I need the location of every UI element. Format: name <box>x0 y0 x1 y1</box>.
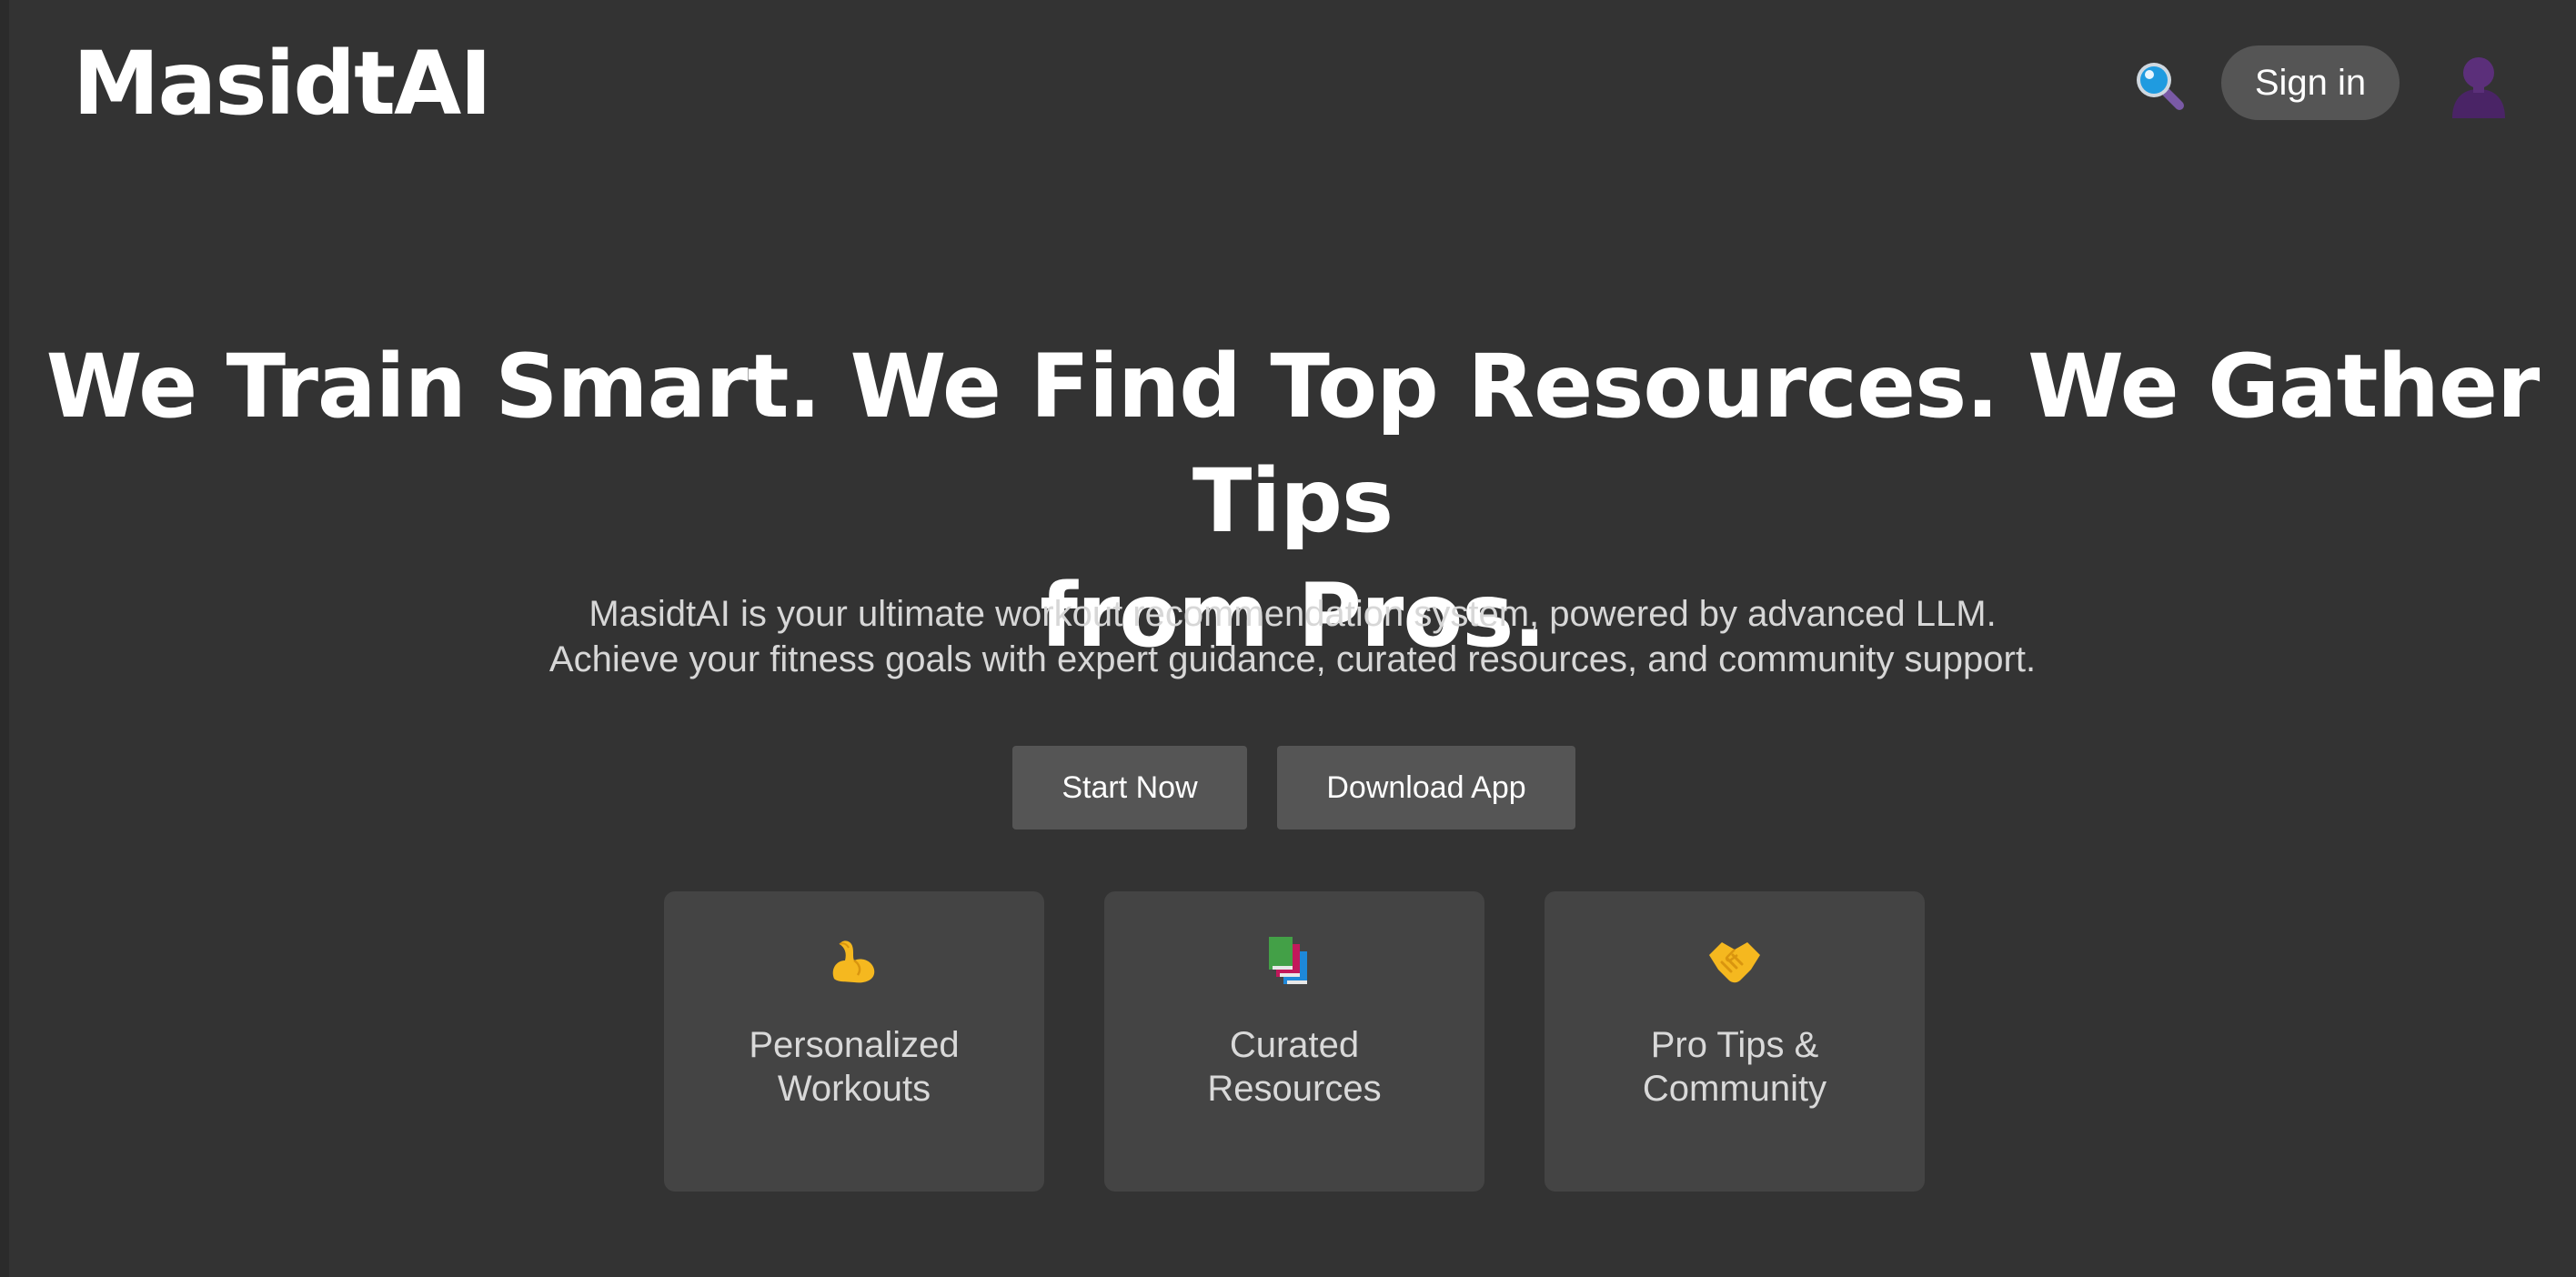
start-now-button[interactable]: Start Now <box>1012 746 1247 830</box>
books-icon <box>1269 937 1307 984</box>
feature-label-line-1: Pro Tips & <box>1650 1025 1819 1065</box>
search-button[interactable] <box>2132 58 2187 113</box>
feature-card-label: Personalized Workouts <box>664 1023 1044 1111</box>
feature-card-curated-resources[interactable]: Curated Resources <box>1104 891 1484 1192</box>
feature-label-line-2: Resources <box>1207 1069 1382 1109</box>
magnifying-glass-icon <box>2137 63 2184 110</box>
feature-label-line-1: Personalized <box>749 1025 960 1065</box>
handshake-icon <box>1709 942 1760 983</box>
feature-card-label: Pro Tips & Community <box>1545 1023 1925 1111</box>
hero-subtitle: MasidtAI is your ultimate workout recomm… <box>9 591 2576 682</box>
feature-card-label: Curated Resources <box>1104 1023 1484 1111</box>
feature-card-personalized-workouts[interactable]: Personalized Workouts <box>664 891 1044 1192</box>
avatar[interactable] <box>2447 53 2511 118</box>
feature-label-line-2: Community <box>1642 1069 1827 1109</box>
hero-subtitle-line-2: Achieve your fitness goals with expert g… <box>548 639 2037 679</box>
feature-card-pro-tips-community[interactable]: Pro Tips & Community <box>1545 891 1925 1192</box>
hero-title-line-1: We Train Smart. We Find Top Resources. W… <box>45 336 2541 552</box>
feature-label-line-2: Workouts <box>777 1069 931 1109</box>
download-app-button[interactable]: Download App <box>1277 746 1575 830</box>
flexed-biceps-icon <box>832 940 875 983</box>
sign-in-button[interactable]: Sign in <box>2221 45 2400 120</box>
feature-label-line-1: Curated <box>1229 1025 1360 1065</box>
hero-subtitle-line-1: MasidtAI is your ultimate workout recomm… <box>589 594 1997 634</box>
user-silhouette-icon <box>2452 57 2505 118</box>
site-logo[interactable]: MasidtAI <box>73 33 492 135</box>
page: MasidtAI Sign in We Train Smart. We Find… <box>0 0 2576 1277</box>
header: MasidtAI Sign in <box>9 0 2576 173</box>
